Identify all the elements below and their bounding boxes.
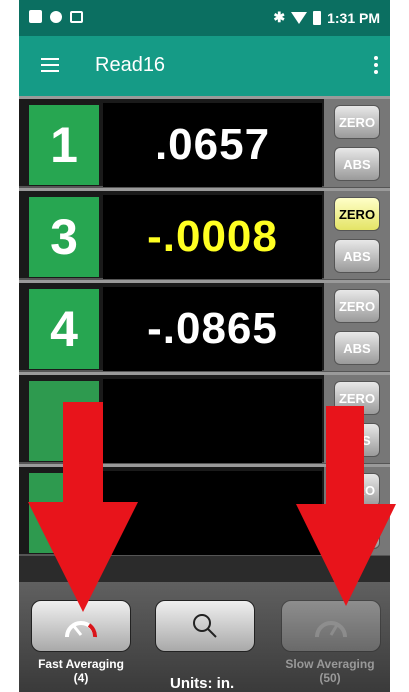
channel-reading: .0657 (103, 103, 322, 187)
zero-button[interactable]: ZERO (334, 289, 380, 323)
gauge-icon (65, 621, 97, 638)
channel-row: 4 -.0865 ZERO ABS (19, 280, 390, 372)
zero-button[interactable]: ZERO (334, 473, 380, 507)
abs-button[interactable]: ABS (334, 515, 380, 549)
abs-button[interactable]: ABS (334, 239, 380, 273)
slow-averaging-text: Slow Averaging (285, 657, 375, 671)
status-icons-left (29, 10, 83, 23)
channel-row: ZERO ABS (19, 372, 390, 464)
circle-icon (50, 10, 62, 23)
channel-row: 3 -.0008 ZERO ABS (19, 188, 390, 280)
channel-number: 3 (29, 197, 99, 277)
abs-button[interactable]: ABS (334, 147, 380, 181)
fast-averaging-text: Fast Averaging (38, 657, 124, 671)
battery-icon (313, 10, 322, 25)
channel-controls: ZERO ABS (324, 467, 390, 555)
app-title: Read16 (95, 54, 166, 76)
bottom-toolbar: Fast Averaging (4) Slow Averaging (50) U… (19, 582, 390, 692)
zero-button[interactable]: ZERO (334, 197, 380, 231)
channel-number: 4 (29, 289, 99, 369)
fast-averaging-button[interactable] (31, 600, 131, 652)
zero-button[interactable]: ZERO (334, 105, 380, 139)
slow-averaging-label: Slow Averaging (50) (275, 657, 385, 685)
hamburger-menu-icon[interactable] (41, 58, 59, 72)
cast-icon (70, 10, 83, 23)
channel-row: 1 .0657 ZERO ABS (19, 96, 390, 188)
search-icon (193, 614, 217, 638)
image-icon (29, 10, 42, 23)
status-time: 1:31 PM (327, 9, 380, 26)
wifi-icon (291, 11, 308, 24)
channel-controls: ZERO ABS (324, 283, 390, 371)
channel-controls: ZERO ABS (324, 375, 390, 463)
channel-list: 1 .0657 ZERO ABS 3 -.0008 ZERO ABS 4 -.0… (19, 96, 390, 556)
channel-reading (103, 471, 322, 555)
slow-averaging-button[interactable] (281, 600, 381, 652)
units-label: Units: in. (170, 675, 235, 692)
zero-button[interactable]: ZERO (334, 381, 380, 415)
channel-number (29, 473, 99, 553)
channel-number (29, 381, 99, 461)
status-bar: ✱ 1:31 PM (19, 0, 390, 36)
fast-averaging-label: Fast Averaging (4) (26, 657, 136, 685)
channel-reading: -.0008 (103, 195, 322, 279)
channel-controls: ZERO ABS (324, 99, 390, 187)
status-icons-right: ✱ 1:31 PM (273, 9, 380, 26)
abs-button[interactable]: ABS (334, 331, 380, 365)
phone-screen: ✱ 1:31 PM Read16 1 .0657 ZERO ABS 3 -.00… (19, 0, 390, 692)
channel-row: ZERO ABS (19, 464, 390, 556)
channel-reading: -.0865 (103, 287, 322, 371)
overflow-menu-icon[interactable] (372, 56, 380, 74)
gauge-icon (315, 621, 347, 638)
app-bar: Read16 (19, 36, 390, 96)
abs-button[interactable]: ABS (334, 423, 380, 457)
bluetooth-icon: ✱ (273, 9, 286, 25)
search-button[interactable] (155, 600, 255, 652)
channel-number: 1 (29, 105, 99, 185)
slow-averaging-count: (50) (319, 671, 341, 685)
channel-controls: ZERO ABS (324, 191, 390, 279)
fast-averaging-count: (4) (73, 671, 89, 685)
channel-reading (103, 379, 322, 463)
